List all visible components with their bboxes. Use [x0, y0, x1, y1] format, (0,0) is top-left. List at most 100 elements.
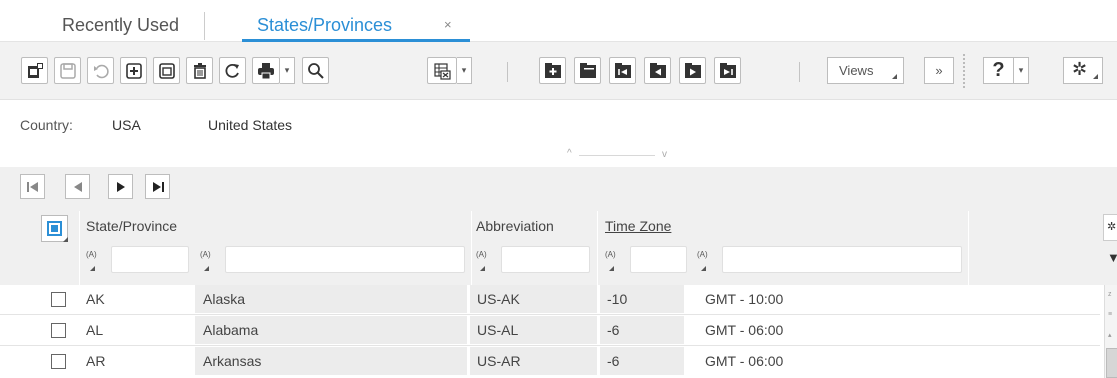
cell-offset: -6	[600, 316, 684, 344]
filter-mode-label[interactable]: (A)	[476, 250, 487, 259]
filter-gmt-input[interactable]	[722, 246, 962, 273]
table-row[interactable]: AL Alabama US-AL -6 GMT - 06:00	[0, 316, 1100, 345]
settings-corner-icon	[1093, 74, 1098, 79]
tab-states-provinces[interactable]: States/Provinces	[257, 15, 392, 36]
filter-funnel-icon[interactable]: ▼	[1107, 250, 1117, 265]
add-row-button[interactable]	[120, 57, 147, 84]
row-checkbox[interactable]	[51, 323, 66, 338]
filter-mode-label[interactable]: (A)	[605, 250, 616, 259]
column-header-state[interactable]: State/Province	[86, 218, 177, 234]
tab-bar: Recently Used States/Provinces ×	[0, 0, 1117, 42]
table-row[interactable]: AK Alaska US-AK -10 GMT - 10:00	[0, 285, 1100, 314]
export-button[interactable]	[427, 57, 457, 84]
filter-offset-input[interactable]	[630, 246, 687, 273]
first-record-button[interactable]	[609, 57, 636, 84]
filter-mode-icon[interactable]	[609, 266, 614, 271]
previous-record-button[interactable]	[644, 57, 671, 84]
help-dropdown[interactable]: ▾	[1014, 57, 1029, 84]
panel-splitter[interactable]: ^ v	[567, 148, 667, 160]
folder-button[interactable]	[574, 57, 601, 84]
cell-abbreviation: US-AL	[470, 316, 597, 344]
filter-mode-icon[interactable]	[90, 266, 95, 271]
views-button[interactable]: Views	[827, 57, 904, 84]
export-icon	[434, 62, 451, 80]
grid-previous-button[interactable]	[65, 174, 90, 199]
cell-state-name: Alaska	[195, 285, 467, 313]
table-row[interactable]: AR Arkansas US-AR -6 GMT - 06:00	[0, 347, 1100, 376]
collapse-up-icon[interactable]: ^	[567, 148, 572, 159]
more-button[interactable]: »	[924, 57, 954, 84]
previous-record-icon	[649, 62, 666, 78]
first-group-button[interactable]	[539, 57, 566, 84]
cell-abbreviation: US-AK	[470, 285, 597, 313]
next-record-button[interactable]	[679, 57, 706, 84]
search-button[interactable]	[302, 57, 329, 84]
first-record-icon	[614, 62, 631, 78]
filter-mode-icon[interactable]	[701, 266, 706, 271]
splitter-line	[579, 155, 655, 156]
cell-state-code: AL	[86, 322, 104, 338]
first-page-icon	[26, 181, 38, 192]
last-record-icon	[719, 62, 736, 78]
save-button[interactable]	[54, 57, 81, 84]
filter-mode-icon[interactable]	[480, 266, 485, 271]
cell-gmt: GMT - 06:00	[705, 322, 784, 338]
row-divider	[0, 345, 1100, 346]
grid-next-button[interactable]	[108, 174, 133, 199]
print-dropdown[interactable]: ▾	[280, 57, 295, 84]
cell-offset: -6	[600, 347, 684, 375]
tab-close-icon[interactable]: ×	[444, 17, 452, 32]
filter-abbreviation-input[interactable]	[501, 246, 590, 273]
undo-icon	[93, 64, 109, 78]
next-record-icon	[684, 62, 701, 78]
delete-icon	[193, 62, 206, 79]
cell-gmt: GMT - 06:00	[705, 353, 784, 369]
row-checkbox[interactable]	[51, 292, 66, 307]
last-record-button[interactable]	[714, 57, 741, 84]
row-checkbox[interactable]	[51, 354, 66, 369]
filter-state-code-input[interactable]	[111, 246, 189, 273]
country-name: United States	[208, 117, 293, 133]
scroll-tick: z	[1108, 291, 1112, 298]
select-all-checkbox[interactable]	[41, 215, 68, 242]
filter-mode-label[interactable]: (A)	[86, 250, 97, 259]
vertical-scrollbar[interactable]: z ≡ ▴	[1104, 285, 1117, 378]
tab-recently-used[interactable]: Recently Used	[62, 15, 179, 36]
refresh-button[interactable]	[219, 57, 246, 84]
filter-state-name-input[interactable]	[225, 246, 465, 273]
row-divider	[0, 314, 1100, 315]
column-header-time-zone[interactable]: Time Zone	[605, 218, 671, 234]
toolbar-divider	[799, 62, 800, 82]
grid-first-button[interactable]	[20, 174, 45, 199]
help-button[interactable]: ?	[983, 57, 1014, 84]
cell-state-code: AR	[86, 353, 106, 369]
column-header-abbreviation[interactable]: Abbreviation	[476, 218, 554, 234]
toolbar-grip	[963, 54, 966, 88]
settings-button[interactable]: ✲	[1063, 57, 1103, 84]
scrollbar-thumb[interactable]	[1106, 348, 1117, 378]
cell-offset: -10	[600, 285, 684, 313]
undo-button[interactable]	[87, 57, 114, 84]
expand-down-icon[interactable]: v	[662, 149, 667, 160]
add-row-icon	[125, 62, 142, 79]
settings-icon: ✲	[1072, 59, 1088, 79]
copy-button[interactable]	[153, 57, 180, 84]
new-record-button[interactable]	[21, 57, 48, 84]
filter-mode-label[interactable]: (A)	[697, 250, 708, 259]
grid-last-button[interactable]	[145, 174, 170, 199]
refresh-icon	[225, 63, 239, 78]
new-record-icon	[27, 62, 43, 78]
grid-settings-icon[interactable]: ✲	[1103, 214, 1117, 241]
cell-state-code: AK	[86, 291, 105, 307]
toolbar: ▾ ▾ Views » ? ▾ ✲	[0, 42, 1117, 100]
filter-mode-icon[interactable]	[204, 266, 209, 271]
print-icon	[258, 62, 274, 79]
select-all-corner-icon	[63, 237, 68, 242]
column-divider	[968, 211, 969, 285]
cell-gmt: GMT - 10:00	[705, 291, 784, 307]
filter-mode-label[interactable]: (A)	[200, 250, 211, 259]
column-divider	[79, 211, 80, 285]
export-dropdown[interactable]: ▾	[457, 57, 472, 84]
print-button[interactable]	[252, 57, 280, 84]
delete-button[interactable]	[186, 57, 213, 84]
